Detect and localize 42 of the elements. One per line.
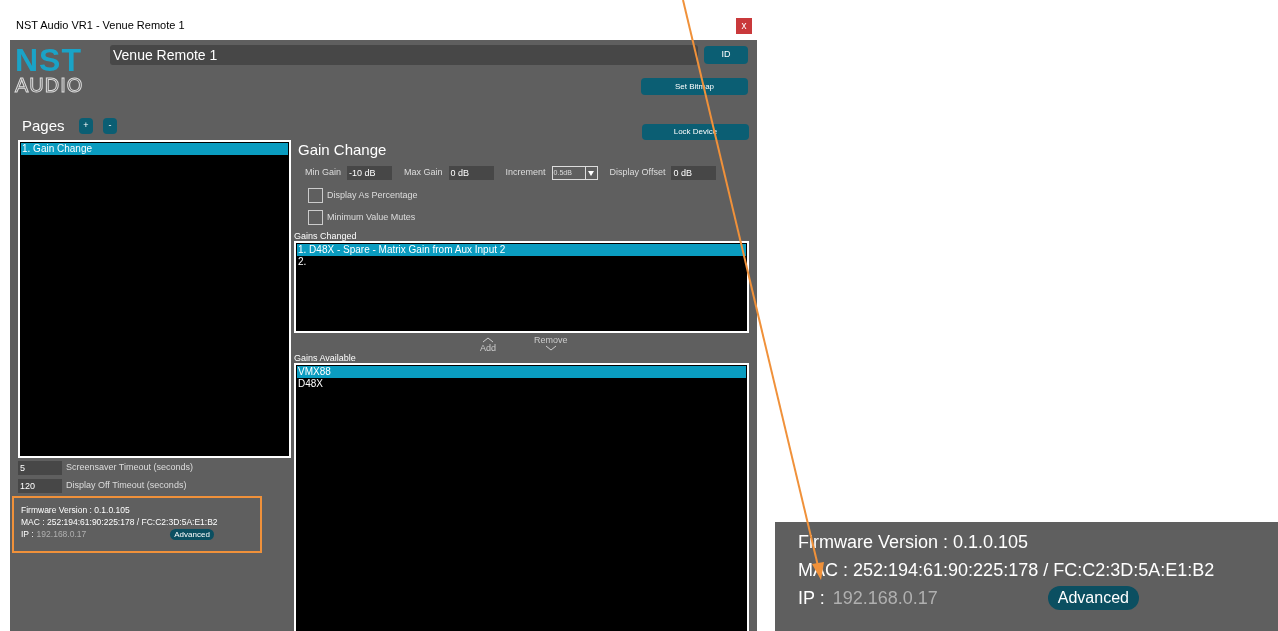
device-name-field[interactable]: Venue Remote 1 <box>110 45 698 65</box>
checkbox-label: Minimum Value Mutes <box>327 210 416 224</box>
dropdown-arrow-icon <box>584 167 597 179</box>
ip-address: 192.168.0.17 <box>36 528 87 540</box>
chevron-up-icon <box>482 337 494 343</box>
gain-list-item[interactable]: D48X <box>297 378 746 390</box>
logo-text: NST <box>15 45 83 75</box>
input-field[interactable]: 5 <box>18 461 62 475</box>
gains-available-label: Gains Available <box>294 353 356 363</box>
firmware-version: Firmware Version : 0.1.0.105 <box>21 504 131 516</box>
field-label: Increment <box>505 166 546 180</box>
logo-text: AUDIO <box>15 75 85 95</box>
checkbox-label: Display As Percentage <box>327 188 418 202</box>
chevron-down-icon <box>544 345 557 351</box>
checkbox[interactable] <box>308 210 323 225</box>
ip-label: IP : <box>798 587 825 610</box>
page-title: Gain Change <box>298 140 388 160</box>
input-field[interactable]: 0 dB <box>448 166 494 180</box>
input-field[interactable]: 120 <box>18 479 62 493</box>
close-button[interactable]: x <box>736 18 752 34</box>
remove-button[interactable]: Remove <box>534 335 568 351</box>
remove-page-button[interactable]: - <box>103 118 117 134</box>
ip-label: IP : <box>21 528 34 540</box>
field-label: Display Offset <box>609 166 666 180</box>
field-label: Display Off Timeout (seconds) <box>66 479 187 493</box>
pages-heading: Pages <box>21 115 66 136</box>
field-label: Min Gain <box>305 166 341 180</box>
gains-changed-label: Gains Changed <box>294 231 358 241</box>
field-label: Max Gain <box>404 166 443 180</box>
add-button[interactable]: Add <box>480 337 496 353</box>
input-field[interactable]: 0 dB <box>671 166 717 180</box>
ip-address: 192.168.0.17 <box>832 587 938 610</box>
field-label: Screensaver Timeout (seconds) <box>66 461 194 475</box>
add-page-button[interactable]: + <box>79 118 93 134</box>
gain-list-item[interactable]: 2. <box>297 256 746 268</box>
advanced-button[interactable]: Advanced <box>170 528 214 540</box>
mac-address: MAC : 252:194:61:90:225:178 / FC:C2:3D:5A:E1:B2 <box>21 516 219 528</box>
checkbox[interactable] <box>308 188 323 203</box>
window-title: NST Audio VR1 - Venue Remote 1 <box>16 17 185 33</box>
input-field[interactable]: -10 dB <box>347 166 392 180</box>
advanced-button[interactable]: Advanced <box>1047 586 1139 610</box>
id-button[interactable]: ID <box>704 46 748 64</box>
